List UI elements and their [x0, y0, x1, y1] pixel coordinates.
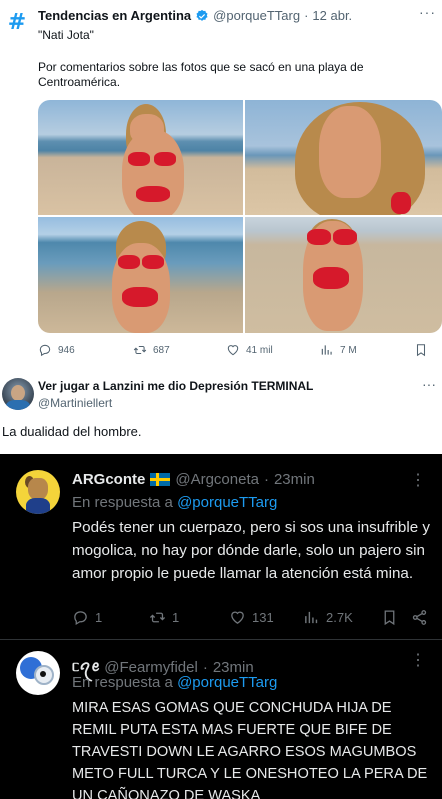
heart-icon	[227, 345, 239, 356]
heart-icon	[231, 611, 244, 624]
bookmark-button[interactable]	[414, 343, 428, 357]
retweet-count: 1	[172, 610, 180, 625]
beach-photo-4[interactable]	[245, 217, 442, 333]
retweet-button[interactable]: 687	[133, 343, 170, 357]
bookmark-icon	[416, 344, 426, 357]
author-name[interactable]: ARGconte	[72, 471, 145, 488]
timestamp[interactable]: 12 abr.	[312, 8, 352, 23]
retweet-button[interactable]: 1	[149, 609, 179, 626]
views-chart-icon	[321, 345, 332, 355]
media-grid[interactable]	[38, 100, 442, 333]
views-button[interactable]: 2.7K	[303, 609, 353, 626]
reply-argconte[interactable]: ARGconte @Argconeta · 23min ⋮ En respues…	[0, 454, 442, 640]
reply-actions-bar: 1 1 131 2.7K	[72, 609, 436, 629]
author-name[interactable]: Ver jugar a Lanzini me dio Depresión TER…	[38, 379, 313, 393]
mention-link[interactable]: @porqueTTarg	[177, 494, 277, 511]
share-icon	[412, 610, 427, 625]
avatar[interactable]	[16, 651, 60, 695]
like-count: 41 mil	[246, 344, 273, 356]
more-options-icon[interactable]: ⋮	[410, 470, 426, 490]
timestamp[interactable]: 23min	[274, 471, 315, 488]
tweet-text: La dualidad del hombre.	[2, 424, 142, 439]
bookmark-button[interactable]	[381, 609, 398, 626]
more-options-icon[interactable]: ···	[422, 376, 436, 392]
in-reply-prefix: En respuesta a	[72, 674, 173, 691]
reply-text: MIRA ESAS GOMAS QUE CONCHUDA HIJA DE REM…	[72, 700, 428, 799]
mention-link[interactable]: @porqueTTarg	[177, 674, 277, 691]
separator-dot: ·	[263, 471, 269, 488]
avatar[interactable]	[16, 470, 60, 514]
author-name[interactable]: Tendencias en Argentina	[38, 8, 191, 23]
views-chart-icon	[305, 611, 318, 624]
author-handle[interactable]: @Argconeta	[175, 471, 259, 488]
beach-photo-1[interactable]	[38, 100, 243, 215]
tweet-text-body: Por comentarios sobre las fotos que se s…	[38, 60, 364, 89]
embedded-screenshot: ARGconte @Argconeta · 23min ⋮ En respues…	[0, 454, 442, 799]
retweet-icon	[149, 612, 166, 623]
beach-photo-3[interactable]	[38, 217, 243, 333]
sweden-flag-icon	[150, 473, 171, 486]
views-count: 7 M	[340, 344, 357, 356]
separator-dot: ·	[202, 658, 208, 676]
retweet-icon	[133, 345, 147, 355]
author-handle[interactable]: @Fearmyfidel	[104, 659, 198, 676]
share-button[interactable]	[411, 609, 428, 626]
verified-badge-icon	[195, 9, 209, 23]
reply-count: 1	[95, 610, 103, 625]
tweet-martiniellert[interactable]: Ver jugar a Lanzini me dio Depresión TER…	[0, 370, 442, 455]
more-options-icon[interactable]: ⋮	[410, 650, 426, 670]
tweet-actions-bar: 946 687 41 mil 7 M	[38, 343, 436, 361]
in-reply-prefix: En respuesta a	[72, 494, 173, 511]
tweet-text-title: "Nati Jota"	[38, 28, 94, 42]
reply-icon	[39, 344, 51, 357]
beach-photo-2[interactable]	[245, 100, 442, 215]
reply-button[interactable]: 1	[72, 609, 102, 626]
tweet-header: Tendencias en Argentina @porqueTTarg · 1…	[38, 8, 352, 23]
like-button[interactable]: 41 mil	[226, 343, 273, 357]
quoted-tweet-trends[interactable]: # Tendencias en Argentina @porqueTTarg ·…	[0, 0, 442, 370]
author-handle[interactable]: @Martiniellert	[38, 396, 112, 410]
reply-header: ARGconte @Argconeta · 23min	[72, 471, 315, 488]
views-count: 2.7K	[326, 610, 353, 625]
reply-icon	[74, 611, 87, 626]
timestamp[interactable]: 23min	[213, 659, 254, 676]
separator-dot: ·	[304, 8, 309, 23]
reply-button[interactable]: 946	[38, 343, 75, 357]
reply-text: Podés tener un cuerpazo, pero si sos una…	[72, 519, 430, 582]
more-options-icon[interactable]: ···	[419, 4, 436, 20]
like-button[interactable]: 131	[229, 609, 274, 626]
reply-count: 946	[58, 344, 75, 356]
bookmark-icon	[384, 610, 395, 626]
in-reply-to: En respuesta a @porqueTTarg	[72, 674, 277, 691]
reply-fearmyfidel[interactable]: ᥴꪖꫀ @Fearmyfidel · 23min ⋮ En respuesta …	[0, 641, 442, 799]
in-reply-to: En respuesta a @porqueTTarg	[72, 494, 277, 511]
author-handle[interactable]: @porqueTTarg	[213, 8, 300, 23]
like-count: 131	[252, 610, 274, 625]
views-button[interactable]: 7 M	[320, 343, 357, 357]
hashtag-icon[interactable]: #	[6, 12, 28, 34]
retweet-count: 687	[153, 344, 170, 356]
avatar[interactable]	[2, 378, 34, 410]
